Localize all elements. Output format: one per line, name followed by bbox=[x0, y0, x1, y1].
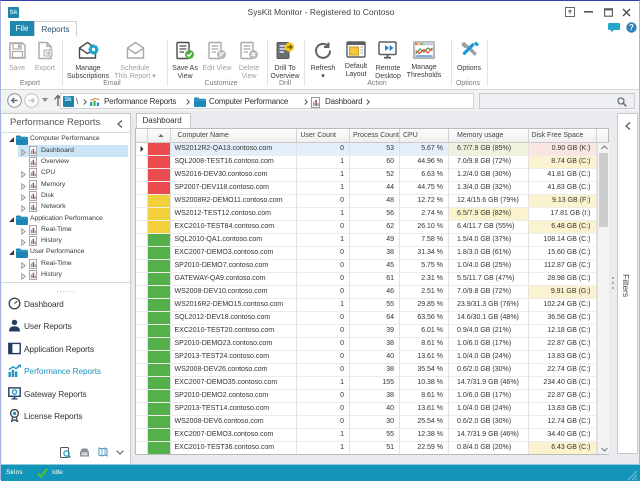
svg-text:?: ? bbox=[629, 23, 634, 32]
